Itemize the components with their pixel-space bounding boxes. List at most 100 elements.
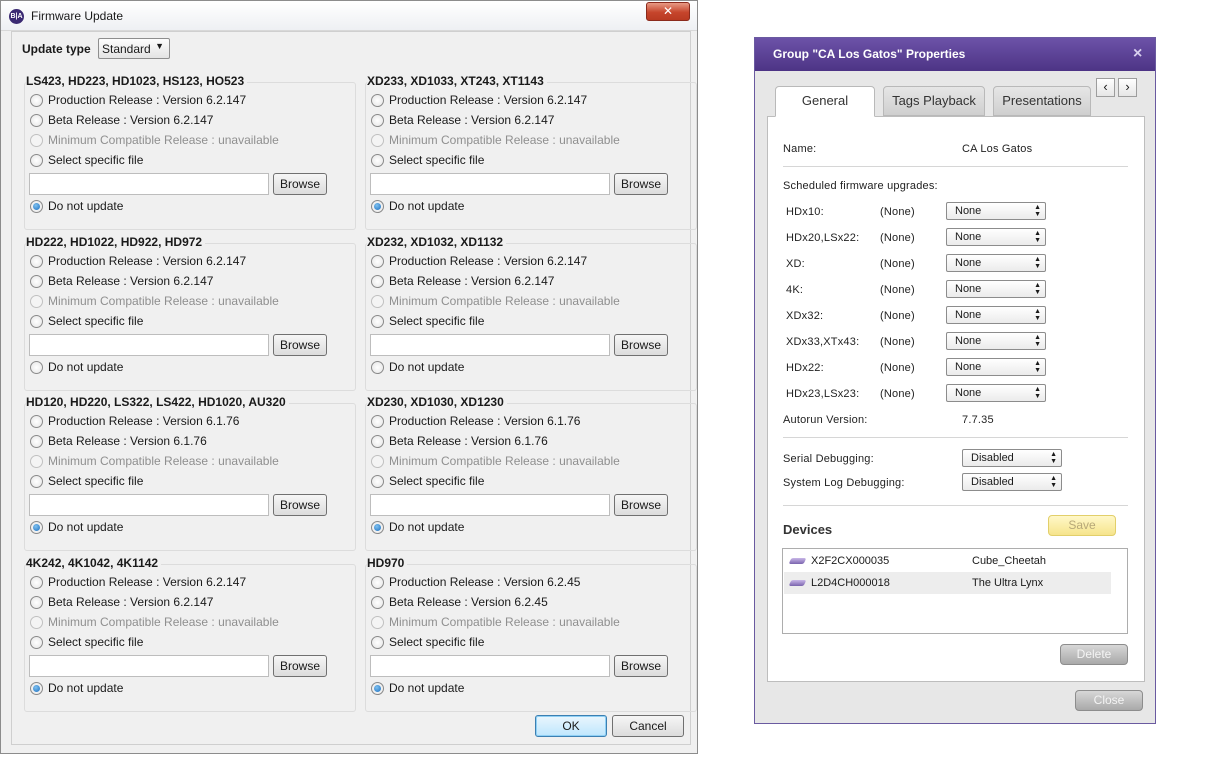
browse-button[interactable]: Browse xyxy=(614,334,668,356)
upgrade-version-dropdown[interactable]: None ▲ ▼ xyxy=(946,332,1046,350)
specific-file-input[interactable] xyxy=(29,655,269,677)
production-release-radio[interactable]: Production Release : Version 6.2.147 xyxy=(30,92,246,108)
update-type-dropdown[interactable]: Standard ▼ xyxy=(98,38,170,59)
do-not-update-radio[interactable]: Do not update xyxy=(30,519,123,535)
window-close-button[interactable]: ✕ xyxy=(646,2,690,21)
upgrade-version-dropdown[interactable]: None ▲ ▼ xyxy=(946,280,1046,298)
delete-button[interactable]: Delete xyxy=(1060,644,1128,665)
beta-release-radio[interactable]: Beta Release : Version 6.2.147 xyxy=(371,273,554,289)
production-release-radio[interactable]: Production Release : Version 6.2.147 xyxy=(30,253,246,269)
radio-button[interactable] xyxy=(30,93,43,107)
specific-file-input[interactable] xyxy=(370,173,610,195)
beta-release-radio[interactable]: Beta Release : Version 6.2.45 xyxy=(371,594,548,610)
production-release-radio[interactable]: Production Release : Version 6.2.45 xyxy=(371,574,580,590)
tab-scroll-right-button[interactable]: › xyxy=(1118,78,1137,97)
beta-release-radio[interactable]: Beta Release : Version 6.2.147 xyxy=(30,594,213,610)
window-titlebar[interactable]: B|A Firmware Update ✕ xyxy=(1,1,697,31)
production-release-radio[interactable]: Production Release : Version 6.2.147 xyxy=(371,253,587,269)
radio-button[interactable] xyxy=(30,360,43,374)
radio-button[interactable] xyxy=(371,635,384,649)
browse-button[interactable]: Browse xyxy=(614,173,668,195)
radio-button[interactable] xyxy=(30,575,43,589)
radio-button[interactable] xyxy=(30,434,43,448)
devices-list[interactable]: X2F2CX000035 Cube_Cheetah L2D4CH000018 The … xyxy=(782,548,1128,634)
beta-release-radio[interactable]: Beta Release : Version 6.1.76 xyxy=(30,433,207,449)
beta-release-radio[interactable]: Beta Release : Version 6.2.147 xyxy=(371,112,554,128)
production-release-radio[interactable]: Production Release : Version 6.1.76 xyxy=(371,413,580,429)
production-release-radio[interactable]: Production Release : Version 6.2.147 xyxy=(371,92,587,108)
radio-button[interactable] xyxy=(371,434,384,448)
radio-button[interactable] xyxy=(371,360,384,374)
radio-button[interactable] xyxy=(30,113,43,127)
radio-button[interactable] xyxy=(371,414,384,428)
radio-button[interactable] xyxy=(371,254,384,268)
beta-release-radio[interactable]: Beta Release : Version 6.2.147 xyxy=(30,273,213,289)
radio-button[interactable] xyxy=(30,635,43,649)
specific-file-radio[interactable]: Select specific file xyxy=(371,152,484,168)
do-not-update-radio[interactable]: Do not update xyxy=(371,359,464,375)
specific-file-input[interactable] xyxy=(29,173,269,195)
upgrade-version-dropdown[interactable]: None ▲ ▼ xyxy=(946,228,1046,246)
browse-button[interactable]: Browse xyxy=(273,173,327,195)
specific-file-input[interactable] xyxy=(370,494,610,516)
upgrade-version-dropdown[interactable]: None ▲ ▼ xyxy=(946,202,1046,220)
radio-button[interactable] xyxy=(371,274,384,288)
browse-button[interactable]: Browse xyxy=(273,334,327,356)
do-not-update-radio[interactable]: Do not update xyxy=(371,519,464,535)
specific-file-radio[interactable]: Select specific file xyxy=(371,473,484,489)
tab-presentations[interactable]: Presentations xyxy=(993,86,1091,116)
do-not-update-radio[interactable]: Do not update xyxy=(30,198,123,214)
save-button[interactable]: Save xyxy=(1048,515,1116,536)
do-not-update-radio[interactable]: Do not update xyxy=(30,359,123,375)
system-log-debugging-dropdown[interactable]: Disabled ▲ ▼ xyxy=(962,473,1062,491)
radio-button[interactable] xyxy=(371,314,384,328)
radio-button[interactable] xyxy=(30,153,43,167)
radio-button[interactable] xyxy=(371,113,384,127)
specific-file-radio[interactable]: Select specific file xyxy=(30,152,143,168)
radio-button[interactable] xyxy=(30,314,43,328)
radio-button[interactable] xyxy=(371,474,384,488)
production-release-radio[interactable]: Production Release : Version 6.2.147 xyxy=(30,574,246,590)
radio-button[interactable] xyxy=(30,595,43,609)
do-not-update-radio[interactable]: Do not update xyxy=(371,198,464,214)
radio-button[interactable] xyxy=(371,681,384,695)
radio-button[interactable] xyxy=(371,199,384,213)
browse-button[interactable]: Browse xyxy=(614,494,668,516)
radio-button[interactable] xyxy=(30,254,43,268)
browse-button[interactable]: Browse xyxy=(614,655,668,677)
close-button[interactable]: Close xyxy=(1075,690,1143,711)
specific-file-input[interactable] xyxy=(29,494,269,516)
upgrade-version-dropdown[interactable]: None ▲ ▼ xyxy=(946,384,1046,402)
upgrade-version-dropdown[interactable]: None ▲ ▼ xyxy=(946,358,1046,376)
do-not-update-radio[interactable]: Do not update xyxy=(30,680,123,696)
production-release-radio[interactable]: Production Release : Version 6.1.76 xyxy=(30,413,239,429)
radio-button[interactable] xyxy=(371,520,384,534)
ok-button[interactable]: OK xyxy=(535,715,607,737)
radio-button[interactable] xyxy=(371,153,384,167)
specific-file-input[interactable] xyxy=(370,334,610,356)
properties-close-icon[interactable]: × xyxy=(1133,45,1142,63)
beta-release-radio[interactable]: Beta Release : Version 6.2.147 xyxy=(30,112,213,128)
specific-file-radio[interactable]: Select specific file xyxy=(30,473,143,489)
browse-button[interactable]: Browse xyxy=(273,655,327,677)
radio-button[interactable] xyxy=(371,595,384,609)
radio-button[interactable] xyxy=(30,274,43,288)
tab-tags-playback[interactable]: Tags Playback xyxy=(883,86,985,116)
tab-scroll-left-button[interactable]: ‹ xyxy=(1096,78,1115,97)
specific-file-radio[interactable]: Select specific file xyxy=(30,313,143,329)
specific-file-radio[interactable]: Select specific file xyxy=(371,634,484,650)
radio-button[interactable] xyxy=(371,93,384,107)
tab-general[interactable]: General xyxy=(775,86,875,117)
browse-button[interactable]: Browse xyxy=(273,494,327,516)
upgrade-version-dropdown[interactable]: None ▲ ▼ xyxy=(946,254,1046,272)
radio-button[interactable] xyxy=(371,575,384,589)
cancel-button[interactable]: Cancel xyxy=(612,715,684,737)
device-row[interactable]: X2F2CX000035 Cube_Cheetah xyxy=(784,550,1111,572)
device-row[interactable]: L2D4CH000018 The Ultra Lynx xyxy=(784,572,1111,594)
radio-button[interactable] xyxy=(30,520,43,534)
specific-file-radio[interactable]: Select specific file xyxy=(30,634,143,650)
specific-file-input[interactable] xyxy=(370,655,610,677)
radio-button[interactable] xyxy=(30,414,43,428)
radio-button[interactable] xyxy=(30,199,43,213)
serial-debugging-dropdown[interactable]: Disabled ▲ ▼ xyxy=(962,449,1062,467)
